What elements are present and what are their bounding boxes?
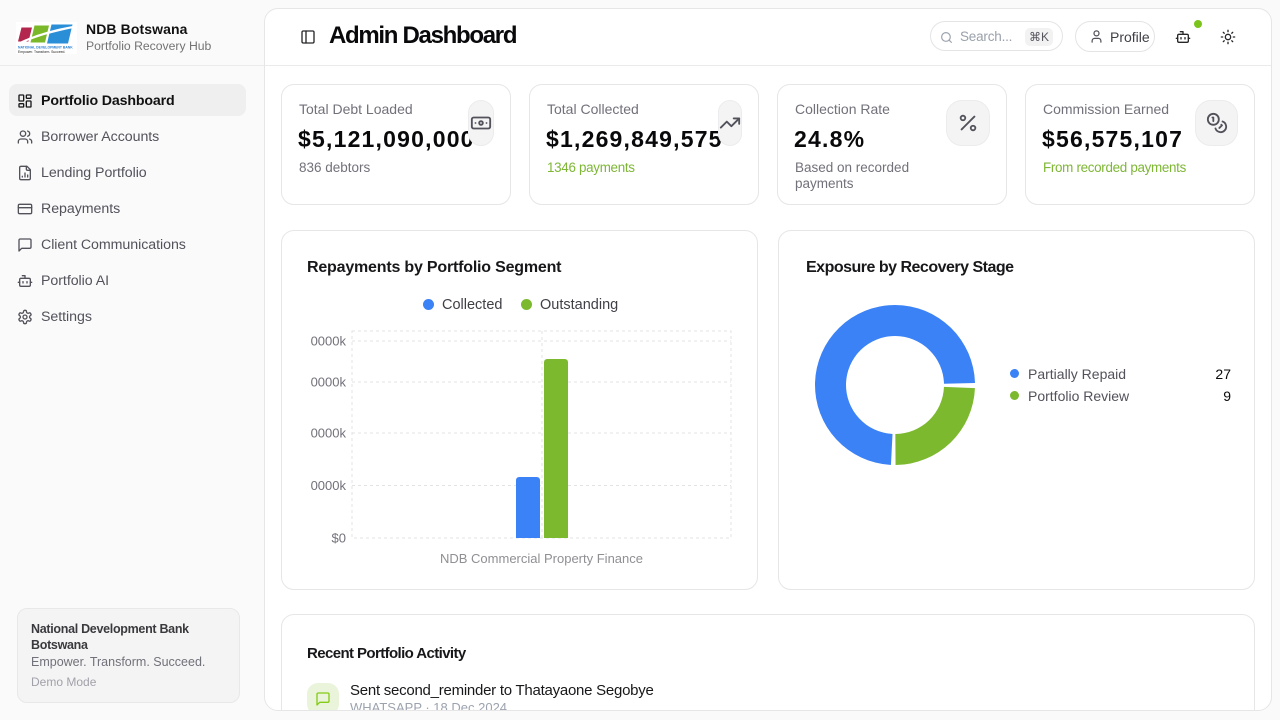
svg-text:0000k: 0000k — [311, 334, 347, 349]
svg-text:0000k: 0000k — [311, 478, 347, 493]
svg-text:0000k: 0000k — [311, 375, 347, 390]
svg-text:0000k: 0000k — [311, 426, 347, 441]
svg-text:NDB Commercial Property Financ: NDB Commercial Property Finance — [440, 551, 643, 566]
svg-text:NATIONAL DEVELOPMENT BANK: NATIONAL DEVELOPMENT BANK — [18, 46, 73, 50]
svg-text:Empower. Transform. Succeed.: Empower. Transform. Succeed. — [18, 50, 65, 54]
svg-text:$0: $0 — [332, 531, 346, 546]
